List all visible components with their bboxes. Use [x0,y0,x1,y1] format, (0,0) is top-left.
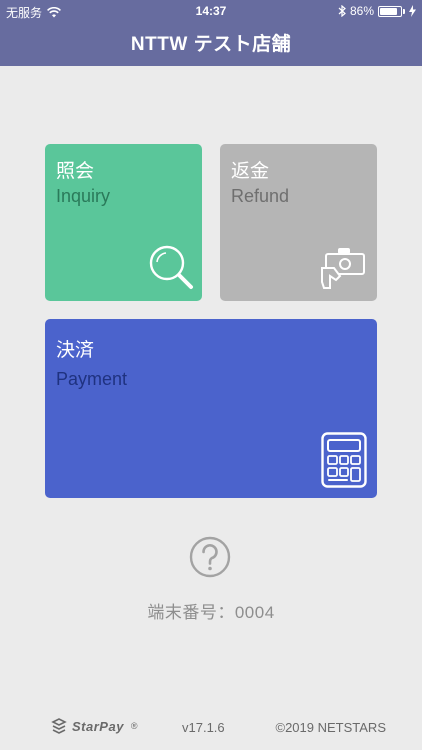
battery-percent: 86% [349,4,374,18]
inquiry-tile[interactable]: 照会 Inquiry [45,144,202,301]
registered-mark: ® [130,721,138,731]
calculator-icon [321,432,367,488]
magnifier-icon [149,245,193,289]
starpay-logo: StarPay ® [50,717,138,735]
bluetooth-icon [338,5,346,17]
terminal-number: 端末番号：0004 [0,598,422,623]
battery-fill [380,7,397,15]
inquiry-label-jp: 照会 [56,161,95,182]
charging-bolt-icon [409,5,416,17]
payment-label-jp: 決済 [56,340,95,361]
starpay-logo-text: StarPay [72,718,124,734]
terminal-value: 0004 [234,603,275,622]
app-header: 无服务 14:37 86% NTTW テスト店舗 [0,0,422,66]
payment-label-en: Payment [56,369,128,389]
battery-icon [378,5,402,17]
footer: StarPay ® v17.1.6 ©2019 NETSTARS [0,717,422,737]
terminal-label: 端末番号： [147,603,235,622]
cash-hand-icon [321,248,365,289]
inquiry-label-en: Inquiry [56,186,111,206]
refund-label-jp: 返金 [231,161,270,182]
status-bar: 无服务 14:37 86% [0,0,422,22]
app-version: v17.1.6 [182,720,225,735]
status-right: 86% [338,4,416,18]
copyright: ©2019 NETSTARS [275,720,387,735]
question-circle-icon[interactable] [189,536,231,578]
payment-tile[interactable]: 決済 Payment [45,319,377,498]
starpay-logo-icon [51,718,67,734]
refund-tile[interactable]: 返金 Refund [220,144,377,301]
refund-label-en: Refund [231,186,290,206]
battery-tip [403,8,405,14]
page-title: NTTW テスト店舗 [130,34,292,55]
